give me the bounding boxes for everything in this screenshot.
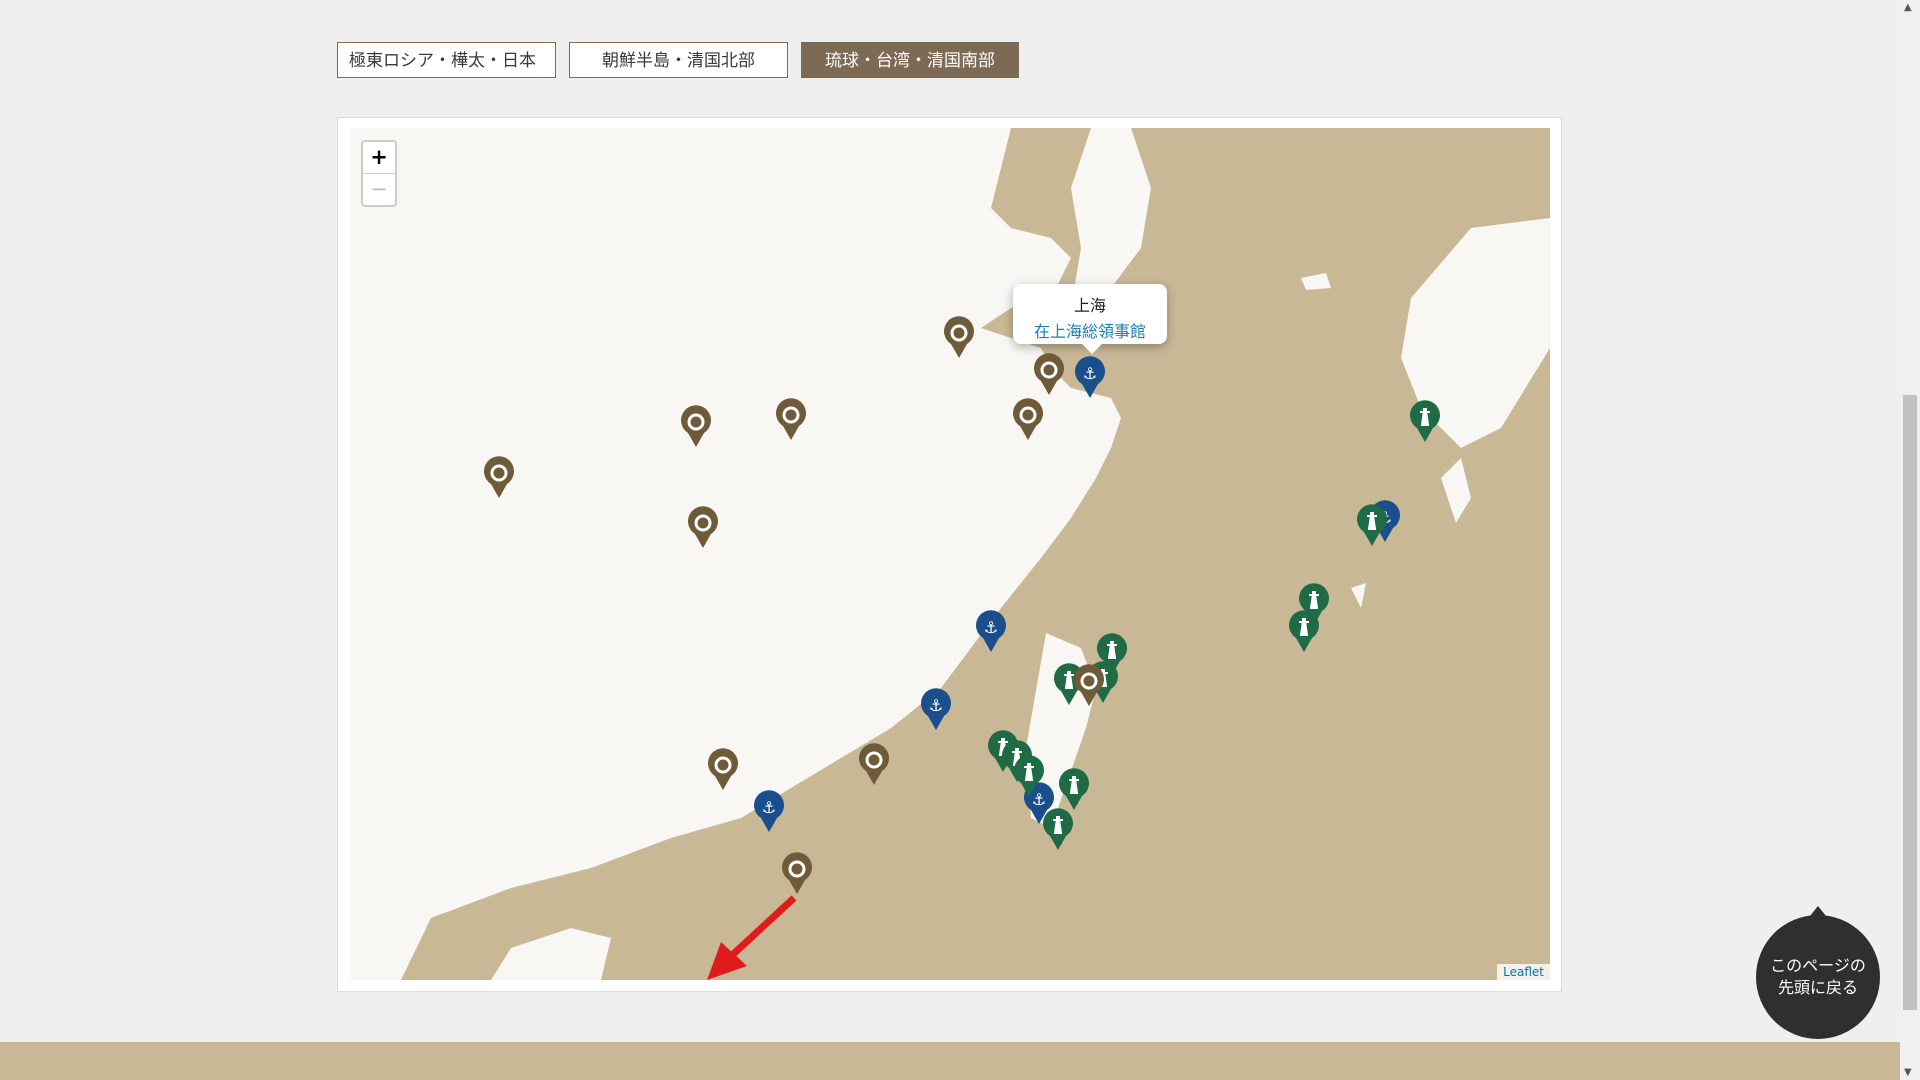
location-pin-icon[interactable] (685, 506, 721, 550)
zoom-control: + − (361, 140, 397, 207)
lighthouse-icon[interactable] (1286, 610, 1322, 654)
footer-band (0, 1042, 1900, 1080)
scroll-down-icon[interactable]: ▼ (1904, 1067, 1912, 1078)
popup-link[interactable]: 在上海総領事館 (1013, 318, 1167, 342)
location-pin-icon[interactable] (481, 456, 517, 500)
map-canvas[interactable]: + − 上海 在上海総領事館 ⚓ ⚓ ⚓ ⚓ ⚓ ⚓ Leaflet (351, 128, 1550, 980)
lighthouse-icon[interactable] (1407, 400, 1443, 444)
location-pin-icon[interactable] (1010, 398, 1046, 442)
scroll-thumb[interactable] (1903, 395, 1917, 1010)
lighthouse-icon[interactable] (1354, 504, 1390, 548)
attribution-link[interactable]: Leaflet (1497, 964, 1550, 980)
region-tabs: 極東ロシア・樺太・日本 朝鮮半島・清国北部 琉球・台湾・清国南部 (337, 42, 1019, 78)
svg-text:⚓: ⚓ (984, 618, 998, 637)
location-pin-icon[interactable] (705, 748, 741, 792)
location-pin-icon[interactable] (1031, 353, 1067, 397)
svg-text:⚓: ⚓ (929, 696, 943, 715)
back-to-top-button[interactable]: このページの 先頭に戻る (1756, 906, 1880, 1039)
up-triangle-icon (1810, 906, 1826, 916)
consulate-anchor-icon[interactable]: ⚓ (973, 610, 1009, 654)
zoom-in-button[interactable]: + (363, 142, 395, 174)
page-scrollbar[interactable]: ▲ ▼ (1900, 0, 1920, 1080)
tab-far-east-russia[interactable]: 極東ロシア・樺太・日本 (337, 42, 556, 78)
red-arrow-icon (707, 895, 797, 980)
tab-korea-north-china[interactable]: 朝鮮半島・清国北部 (569, 42, 788, 78)
map-base (351, 128, 1550, 980)
lighthouse-icon[interactable] (1011, 755, 1047, 799)
consulate-anchor-icon[interactable]: ⚓ (751, 790, 787, 834)
lighthouse-icon[interactable] (1040, 808, 1076, 852)
popup-title: 上海 (1073, 296, 1106, 315)
svg-text:⚓: ⚓ (762, 798, 776, 817)
location-pin-icon[interactable] (941, 316, 977, 360)
consulate-anchor-icon[interactable]: ⚓ (1072, 356, 1108, 400)
consulate-anchor-icon[interactable]: ⚓ (918, 688, 954, 732)
location-pin-icon[interactable] (773, 398, 809, 442)
location-pin-icon[interactable] (678, 405, 714, 449)
scroll-up-icon[interactable]: ▲ (1904, 2, 1912, 13)
zoom-out-button[interactable]: − (363, 174, 395, 205)
location-pin-icon[interactable] (856, 743, 892, 787)
map-popup: 上海 在上海総領事館 (1013, 284, 1167, 354)
tab-ryukyu-taiwan-south-china[interactable]: 琉球・台湾・清国南部 (801, 42, 1019, 78)
svg-text:⚓: ⚓ (1083, 364, 1097, 383)
lighthouse-icon[interactable] (1056, 768, 1092, 812)
location-pin-icon[interactable] (1071, 664, 1107, 708)
